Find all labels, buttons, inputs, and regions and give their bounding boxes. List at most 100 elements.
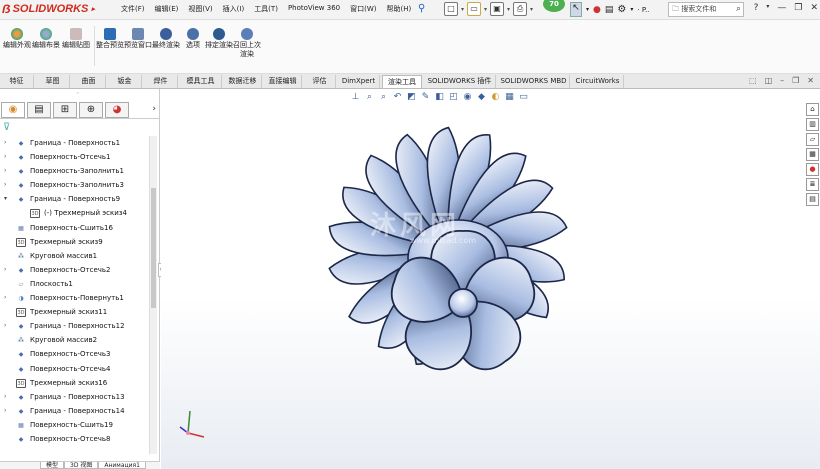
solidworks-resources-icon[interactable]: ⌂	[806, 103, 819, 116]
print-dropdown-icon[interactable]: ▾	[530, 6, 533, 13]
preview-window-button[interactable]: 预览窗口	[124, 28, 152, 50]
tree-expand-icon[interactable]: ›	[4, 136, 6, 150]
view-palette-icon[interactable]: ▦	[806, 148, 819, 161]
new-file-icon[interactable]: □	[444, 2, 458, 16]
tree-item[interactable]: › ◆ Поверхность-Заполнить3	[0, 178, 150, 192]
integrated-preview-button[interactable]: 整合预览	[96, 28, 124, 50]
recall-last-render-button[interactable]: 召回上次渲染	[233, 28, 261, 59]
tree-item[interactable]: ▱ Плоскость1	[0, 277, 150, 291]
doc-close-icon[interactable]: ✕	[807, 76, 814, 85]
tree-expand-icon[interactable]: ›	[4, 150, 6, 164]
design-library-icon[interactable]: ▥	[806, 118, 819, 131]
tree-expand-icon[interactable]: ›	[4, 263, 6, 277]
pin-icon[interactable]: ⚲	[418, 3, 425, 14]
tree-item[interactable]: › ◑ Поверхность-Повернуть1	[0, 291, 150, 305]
tab-mold-tools[interactable]: 模具工具	[180, 75, 222, 88]
edit-appearance-icon[interactable]: ◆	[476, 92, 487, 103]
tree-item[interactable]: › ◆ Граница - Поверхность14	[0, 404, 150, 418]
zoom-area-icon[interactable]: ⌕	[378, 92, 389, 103]
tree-expand-icon[interactable]: ›	[4, 319, 6, 333]
tab-3d-views[interactable]: 3D 视图	[64, 462, 99, 469]
tree-expand-icon[interactable]: ›	[4, 178, 6, 192]
options-dropdown-icon[interactable]: ▾	[630, 6, 633, 13]
tab-configurationmanager[interactable]: ⊞	[53, 102, 77, 118]
more-icon[interactable]: · P..	[637, 6, 649, 14]
zoom-to-fit-icon[interactable]: ⌕	[364, 92, 375, 103]
help-dropdown-icon[interactable]: ▾	[766, 3, 769, 13]
hide-show-items-icon[interactable]: ◉	[462, 92, 473, 103]
tab-propertymanager[interactable]: ▤	[27, 102, 51, 118]
close-icon[interactable]: ✕	[810, 3, 818, 13]
tab-featuremanager[interactable]: ◉	[1, 102, 25, 118]
tab-direct-editing[interactable]: 直接编辑	[264, 75, 302, 88]
print-icon[interactable]: ⎙	[513, 2, 528, 16]
tree-scrollbar[interactable]	[149, 136, 157, 454]
custom-properties-icon[interactable]: ≣	[806, 178, 819, 191]
menu-edit[interactable]: 编辑(E)	[150, 4, 184, 14]
notification-badge[interactable]: 70	[543, 0, 565, 12]
open-dropdown-icon[interactable]: ▾	[484, 6, 487, 13]
menu-file[interactable]: 文件(F)	[116, 4, 150, 14]
tree-expand-icon[interactable]: ›	[4, 390, 6, 404]
view-orientation-icon[interactable]: ◧	[434, 92, 445, 103]
previous-view-icon[interactable]: ↶	[392, 92, 403, 103]
tree-item[interactable]: › ◆ Поверхность-Отсечь1	[0, 150, 150, 164]
tree-item[interactable]: › ◆ Поверхность-Заполнить1	[0, 164, 150, 178]
menu-view[interactable]: 视图(V)	[183, 4, 217, 14]
doc-extra-icon[interactable]: ⬚	[749, 76, 757, 85]
options-gear-icon[interactable]: ⚙	[617, 4, 626, 15]
tree-item[interactable]: › ◆ Граница - Поверхность13	[0, 390, 150, 404]
tab-solidworks-addins[interactable]: SOLIDWORKS 插件	[424, 75, 496, 88]
menu-expand-icon[interactable]: ▸	[91, 5, 95, 13]
tree-item[interactable]: › ◆ Поверхность-Отсечь2	[0, 263, 150, 277]
tree-expand-icon[interactable]: ›	[4, 164, 6, 178]
tree-item[interactable]: ◆ Поверхность-Отсечь4	[0, 362, 150, 376]
tree-item[interactable]: ▦ Поверхность-Сшить19	[0, 418, 150, 432]
tab-sheet-metal[interactable]: 钣金	[108, 75, 142, 88]
section-view-icon[interactable]: ◩	[406, 92, 417, 103]
tree-expand-icon[interactable]: ›	[4, 291, 6, 305]
edit-scene-button[interactable]: 编辑布景	[32, 28, 60, 50]
tab-model[interactable]: 模型	[40, 462, 65, 469]
dynamic-annotation-icon[interactable]: ✎	[420, 92, 431, 103]
tab-circuitworks[interactable]: CircuitWorks	[572, 75, 624, 88]
file-explorer-icon[interactable]: ▱	[806, 133, 819, 146]
new-dropdown-icon[interactable]: ▾	[461, 6, 464, 13]
tree-item[interactable]: ⁂ Круговой массив1	[0, 249, 150, 263]
tree-item[interactable]: ▦ Поверхность-Сшить16	[0, 221, 150, 235]
select-cursor-icon[interactable]: ↖	[570, 2, 582, 17]
help-icon[interactable]: ?	[754, 3, 759, 13]
carved-flower-model[interactable]	[298, 118, 603, 398]
tab-sketch[interactable]: 草图	[36, 75, 70, 88]
view-anchor-icon[interactable]: ⊥	[350, 92, 361, 103]
restore-icon[interactable]: ❐	[794, 3, 802, 13]
tree-expand-icon[interactable]: ›	[4, 404, 6, 418]
doc-tile-icon[interactable]: ◫	[765, 76, 773, 85]
doc-minimize-icon[interactable]: –	[780, 76, 784, 85]
edit-decal-button[interactable]: 编辑贴图	[62, 28, 90, 50]
minimize-icon[interactable]: —	[777, 3, 786, 13]
traffic-light-icon[interactable]: ●	[593, 5, 601, 15]
tab-render-tools[interactable]: 渲染工具	[382, 75, 422, 88]
scrollbar-thumb[interactable]	[151, 188, 156, 308]
options-button[interactable]: 选项	[179, 28, 207, 50]
menu-insert[interactable]: 插入(I)	[218, 4, 250, 14]
tree-item[interactable]: › ◆ Граница - Поверхность12	[0, 319, 150, 333]
schedule-render-button[interactable]: 排定渲染	[205, 28, 233, 50]
menu-help[interactable]: 帮助(H)	[382, 4, 417, 14]
tab-features[interactable]: 特征	[0, 75, 34, 88]
menu-photoview[interactable]: PhotoView 360	[283, 4, 345, 14]
search-box[interactable]: 🗀 搜索文件和 ⌕	[668, 2, 744, 17]
tab-evaluate[interactable]: 评估	[304, 75, 336, 88]
tab-dimxpert[interactable]: DimXpert	[338, 75, 380, 88]
menu-tools[interactable]: 工具(T)	[249, 4, 283, 14]
tree-item[interactable]: ◆ Поверхность-Отсечь8	[0, 432, 150, 446]
menu-window[interactable]: 窗口(W)	[345, 4, 381, 14]
tab-displaymanager[interactable]: ◕	[105, 102, 129, 118]
tree-item[interactable]: ◆ Поверхность-Отсечь3	[0, 347, 150, 361]
doc-restore-icon[interactable]: ❐	[792, 76, 799, 85]
tree-item[interactable]: 3D (-) Трехмерный эскиз4	[0, 206, 150, 220]
tab-data-migration[interactable]: 数据迁移	[224, 75, 262, 88]
tree-item[interactable]: 3D Трехмерный эскиз9	[0, 235, 150, 249]
edit-appearance-button[interactable]: 编辑外观	[3, 28, 31, 50]
